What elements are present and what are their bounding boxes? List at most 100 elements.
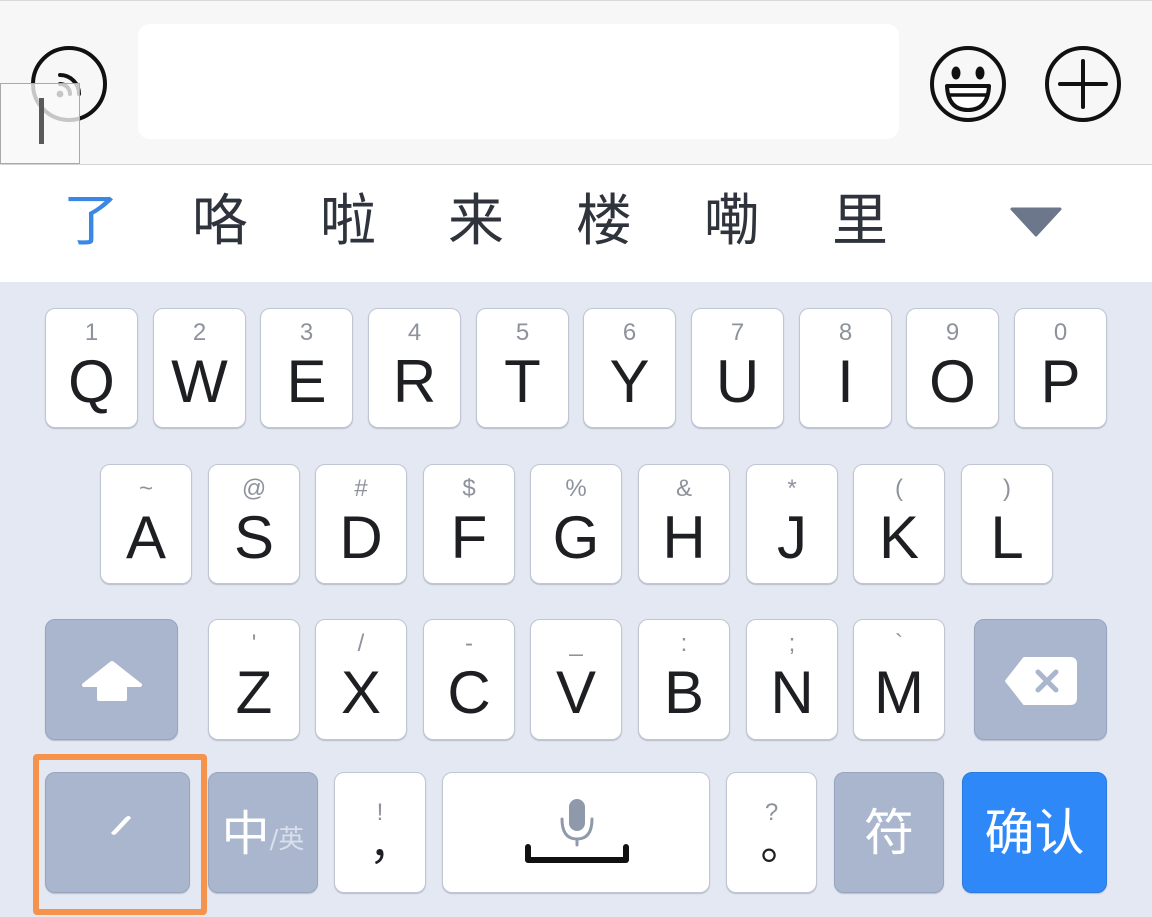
key-letter: K xyxy=(878,504,920,571)
key-s[interactable]: @ S xyxy=(208,464,300,584)
key-letter: G xyxy=(552,504,600,571)
key-h[interactable]: & H xyxy=(638,464,730,584)
key-letter: J xyxy=(777,504,807,571)
key-letter: F xyxy=(450,504,488,571)
key-t[interactable]: 5T xyxy=(476,308,569,428)
key-v[interactable]: _ V xyxy=(530,619,622,740)
key-letter: L xyxy=(990,504,1024,571)
key-b[interactable]: :B xyxy=(638,619,730,740)
key-q[interactable]: 1Q xyxy=(45,308,138,428)
key-letter: M xyxy=(874,659,924,726)
key-n[interactable]: ; N xyxy=(746,619,838,740)
candidate-item[interactable]: 来 xyxy=(412,165,540,282)
key-letter: P xyxy=(1040,348,1081,415)
key-c[interactable]: -C xyxy=(423,619,515,740)
key-hint: - xyxy=(465,630,473,657)
key-hint: 4 xyxy=(407,319,422,346)
comma-key-label: ， xyxy=(369,819,413,870)
key-letter: A xyxy=(125,504,167,571)
key-hint: 1 xyxy=(84,319,99,346)
key-l[interactable]: ) L xyxy=(961,464,1053,584)
candidate-bar: 了 咯 啦 来 楼 嘞 里 xyxy=(0,165,1152,282)
key-m[interactable]: ` M xyxy=(853,619,945,740)
key-letter: D xyxy=(339,504,383,571)
key-u[interactable]: 7U xyxy=(691,308,784,428)
key-a[interactable]: ~ A xyxy=(100,464,192,584)
key-letter: R xyxy=(392,348,437,415)
chat-input-bar xyxy=(0,0,1152,165)
key-x[interactable]: / X xyxy=(315,619,407,740)
key-hint: ~ xyxy=(138,475,153,502)
key-g[interactable]: % G xyxy=(530,464,622,584)
key-hint: ) xyxy=(1003,475,1011,502)
key-letter: V xyxy=(555,659,597,726)
key-letter: Z xyxy=(235,659,273,726)
key-i[interactable]: 8I xyxy=(799,308,892,428)
key-e[interactable]: 3E xyxy=(260,308,353,428)
key-hint: ; xyxy=(788,630,796,657)
candidate-item[interactable]: 里 xyxy=(796,165,924,282)
key-hint: 8 xyxy=(838,319,853,346)
key-hint: * xyxy=(787,475,797,502)
key-r[interactable]: 4R xyxy=(368,308,461,428)
key-hint: 0 xyxy=(1053,319,1068,346)
candidate-item[interactable]: 楼 xyxy=(540,165,668,282)
period-key-label: 。 xyxy=(760,819,805,870)
key-f[interactable]: $ F xyxy=(423,464,515,584)
key-y[interactable]: 6Y xyxy=(583,308,676,428)
key-z[interactable]: ' Z xyxy=(208,619,300,740)
key-letter: I xyxy=(837,348,854,415)
message-input[interactable] xyxy=(138,24,899,139)
emoji-button[interactable] xyxy=(928,44,1008,124)
expand-candidates-button[interactable] xyxy=(1008,205,1064,239)
key-hint: 7 xyxy=(730,319,745,346)
key-j[interactable]: * J xyxy=(746,464,838,584)
key-hint: ' xyxy=(251,630,257,657)
backspace-icon xyxy=(1005,657,1077,705)
space-bar-icon xyxy=(525,844,629,863)
key-hint: 3 xyxy=(299,319,314,346)
chinese-english-toggle-key[interactable]: 中 /英 xyxy=(208,772,318,893)
key-hint: _ xyxy=(569,630,583,657)
key-letter: X xyxy=(340,659,382,726)
space-key[interactable] xyxy=(442,772,710,893)
key-letter: C xyxy=(447,659,491,726)
symbols-key[interactable]: 符 xyxy=(834,772,944,893)
lang-toggle-label: 中 /英 xyxy=(209,808,317,860)
candidate-item[interactable]: 了 xyxy=(27,165,155,282)
key-hint: 2 xyxy=(192,319,207,346)
key-letter: N xyxy=(770,659,814,726)
key-hint: ` xyxy=(895,630,903,657)
confirm-key-label: 确认 xyxy=(984,803,1085,862)
key-hint: 9 xyxy=(945,319,960,346)
key-o[interactable]: 9O xyxy=(906,308,999,428)
key-hint: 6 xyxy=(622,319,637,346)
key-letter: B xyxy=(663,659,705,726)
comma-key[interactable]: ! ， xyxy=(334,772,426,893)
plus-circle-icon xyxy=(1045,46,1121,122)
key-w[interactable]: 2W xyxy=(153,308,246,428)
key-hint: $ xyxy=(462,475,476,502)
confirm-key[interactable]: 确认 xyxy=(962,772,1107,893)
triangle-down-icon xyxy=(1010,207,1062,237)
period-key[interactable]: ? 。 xyxy=(726,772,817,893)
lang-main-label: 中 xyxy=(221,806,270,862)
candidate-item[interactable]: 啦 xyxy=(284,165,412,282)
key-letter: T xyxy=(504,348,541,415)
key-letter: E xyxy=(286,348,327,415)
key-hint: & xyxy=(675,475,692,502)
key-letter: H xyxy=(662,504,706,571)
lang-sub-label: /英 xyxy=(269,825,305,855)
delete-key[interactable] xyxy=(974,619,1107,740)
key-hint: @ xyxy=(241,475,267,502)
key-k[interactable]: (K xyxy=(853,464,945,584)
shift-arrow-icon xyxy=(82,661,142,701)
candidate-item[interactable]: 嘞 xyxy=(668,165,796,282)
candidate-item[interactable]: 咯 xyxy=(156,165,284,282)
shift-key[interactable] xyxy=(45,619,178,740)
symbols-key-label: 符 xyxy=(864,803,914,862)
key-letter: O xyxy=(929,348,976,415)
key-p[interactable]: 0P xyxy=(1014,308,1107,428)
add-button[interactable] xyxy=(1043,44,1123,124)
key-d[interactable]: # D xyxy=(315,464,407,584)
